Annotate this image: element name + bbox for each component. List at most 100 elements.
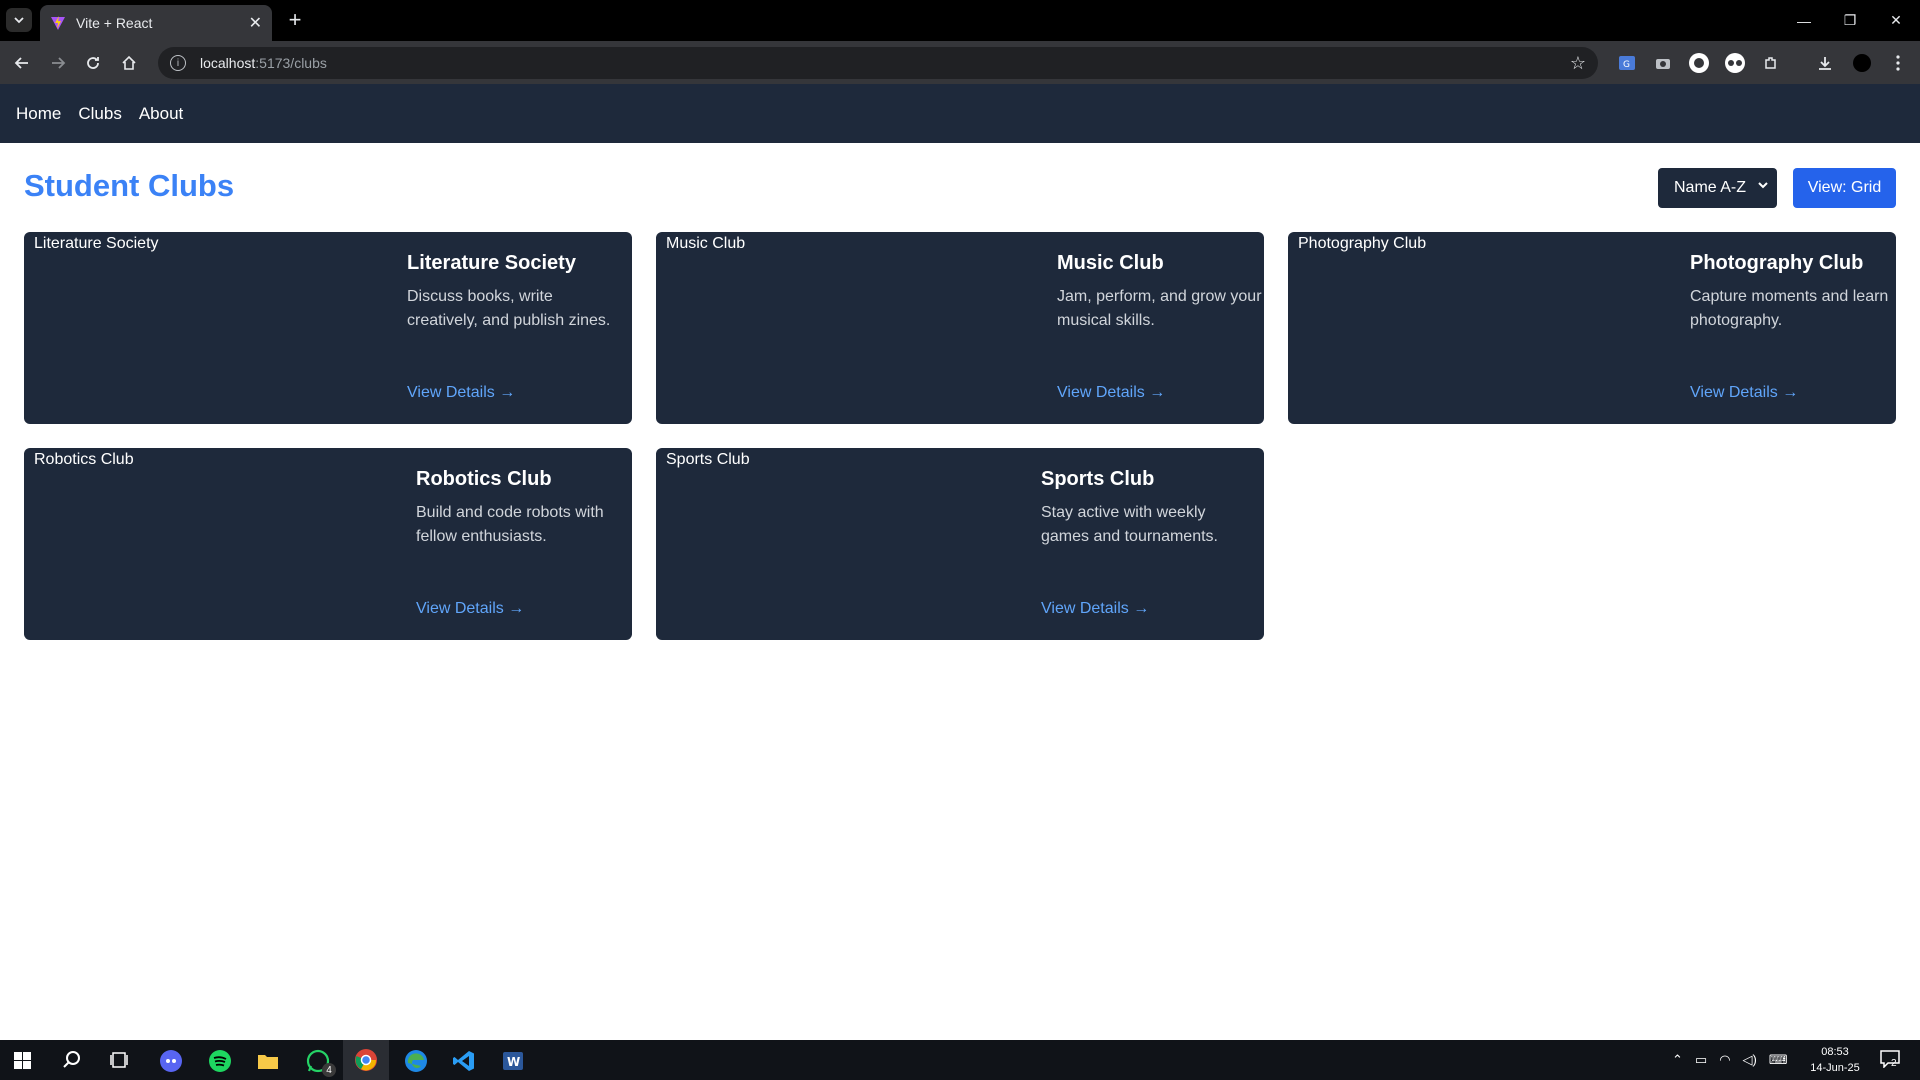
club-card-body: Robotics Club Build and code robots with… [416,448,621,640]
wifi-icon[interactable]: ◠ [1719,1052,1730,1068]
info-icon[interactable]: i [170,55,186,71]
download-icon[interactable] [1810,48,1840,78]
spotify-icon[interactable] [208,1049,232,1078]
club-name: Photography Club [1690,252,1864,274]
club-image-alt: Photography Club [1298,235,1427,252]
task-view-icon[interactable] [110,1051,128,1074]
sort-select[interactable]: Name A-Z [1658,168,1777,208]
notification-icon[interactable]: 2 [1880,1050,1904,1070]
search-icon[interactable] [62,1050,82,1075]
extension-a-icon[interactable] [1684,48,1714,78]
nav-home-link[interactable]: Home [16,104,61,124]
club-image: Sports Club [656,451,750,469]
club-image: Robotics Club [24,451,134,469]
browser-toolbar: i localhost:5173/clubs ☆ G [0,41,1920,84]
nav-about-link[interactable]: About [139,104,183,124]
camera-icon[interactable] [1648,48,1678,78]
profile-icon[interactable] [1847,48,1877,78]
club-image-alt: Sports Club [666,451,750,468]
broken-image-icon [24,236,34,252]
club-name: Sports Club [1041,468,1155,490]
club-image-alt: Literature Society [34,235,159,252]
window-close-icon[interactable]: ✕ [1873,0,1919,41]
sort-selected-value: Name A-Z [1674,179,1747,196]
browser-tab[interactable]: Vite + React ✕ [40,5,272,41]
club-description: Stay active with weekly games and tourna… [1041,504,1218,545]
club-name: Music Club [1057,252,1164,274]
clock[interactable]: 08:53 14-Jun-25 [1800,1044,1870,1076]
view-details-link[interactable]: View Details → [1057,384,1165,402]
svg-text:W: W [507,1055,520,1069]
windows-start-icon[interactable] [14,1052,31,1069]
tab-title: Vite + React [76,15,153,31]
view-details-link[interactable]: View Details → [1690,384,1798,402]
club-image: Photography Club [1288,235,1426,253]
whatsapp-badge: 4 [322,1063,336,1077]
edge-icon[interactable] [404,1049,428,1078]
club-card-photography: Photography Club Photography Club Captur… [1288,232,1896,424]
club-name: Robotics Club [416,468,552,490]
view-toggle-button[interactable]: View: Grid [1793,168,1896,208]
plus-icon[interactable]: + [282,7,308,32]
broken-image-icon [656,236,666,252]
broken-image-icon [24,452,34,468]
broken-image-icon [1288,236,1298,252]
browser-tabbar: Vite + React ✕ + — ❐ ✕ [0,0,1920,41]
clock-time: 08:53 [1821,1046,1849,1058]
broken-image-icon [656,452,666,468]
extension-icon[interactable] [1756,48,1786,78]
tab-search-icon[interactable] [6,8,32,32]
extension-b-icon[interactable] [1720,48,1750,78]
app-navbar: Home Clubs About [0,84,1920,143]
url-path: :5173/clubs [255,55,327,71]
forward-icon[interactable] [43,48,73,78]
keyboard-icon[interactable]: ⌨ [1769,1052,1788,1068]
club-image-alt: Robotics Club [34,451,134,468]
chevron-down-icon [1758,182,1768,189]
discord-icon[interactable] [159,1049,183,1078]
club-description: Discuss books, write creatively, and pub… [407,288,611,329]
vite-favicon [51,16,65,30]
home-icon[interactable] [114,48,144,78]
notification-count: 2 [1891,1058,1897,1069]
club-card-body: Photography Club Capture moments and lea… [1690,232,1895,424]
chevron-up-icon[interactable]: ⌃ [1672,1052,1683,1068]
view-details-link[interactable]: View Details → [1041,600,1149,618]
clock-date: 14-Jun-25 [1810,1062,1860,1074]
club-image-alt: Music Club [666,235,746,252]
club-description: Build and code robots with fellow enthus… [416,504,604,545]
volume-icon[interactable]: ◁) [1743,1052,1757,1068]
club-card-body: Literature Society Discuss books, write … [407,232,612,424]
reload-icon[interactable] [78,48,108,78]
file-explorer-icon[interactable] [256,1049,280,1078]
word-icon[interactable]: W [501,1049,525,1078]
club-description: Capture moments and learn photography. [1690,288,1889,329]
whatsapp-icon[interactable]: 4 [306,1049,336,1078]
minimize-icon[interactable]: — [1781,0,1827,41]
nav-clubs-link[interactable]: Clubs [78,104,121,124]
menu-icon[interactable] [1883,48,1913,78]
club-card-music: Music Club Music Club Jam, perform, and … [656,232,1264,424]
translate-icon[interactable]: G [1612,48,1642,78]
chrome-icon[interactable] [343,1040,389,1080]
club-card-literature: Literature Society Literature Society Di… [24,232,632,424]
restore-icon[interactable]: ❐ [1827,0,1873,41]
page-title: Student Clubs [24,168,235,203]
close-icon[interactable]: ✕ [249,13,262,33]
address-bar[interactable]: i localhost:5173/clubs ☆ [158,47,1598,79]
club-card-body: Music Club Jam, perform, and grow your m… [1057,232,1262,424]
windows-taskbar: 4 W ⌃ ▭ ◠ ◁) ⌨ 08:53 14-Jun-25 2 [0,1040,1920,1080]
svg-text:G: G [1623,60,1630,70]
club-card-body: Sports Club Stay active with weekly game… [1041,448,1246,640]
club-card-sports: Sports Club Sports Club Stay active with… [656,448,1264,640]
club-name: Literature Society [407,252,576,274]
vscode-icon[interactable] [452,1049,476,1078]
star-icon[interactable]: ☆ [1570,53,1586,74]
url-host: localhost [200,55,256,71]
view-details-link[interactable]: View Details → [407,384,515,402]
club-card-robotics: Robotics Club Robotics Club Build and co… [24,448,632,640]
view-details-link[interactable]: View Details → [416,600,524,618]
back-icon[interactable] [7,48,37,78]
battery-icon[interactable]: ▭ [1695,1052,1707,1068]
club-image: Music Club [656,235,745,253]
